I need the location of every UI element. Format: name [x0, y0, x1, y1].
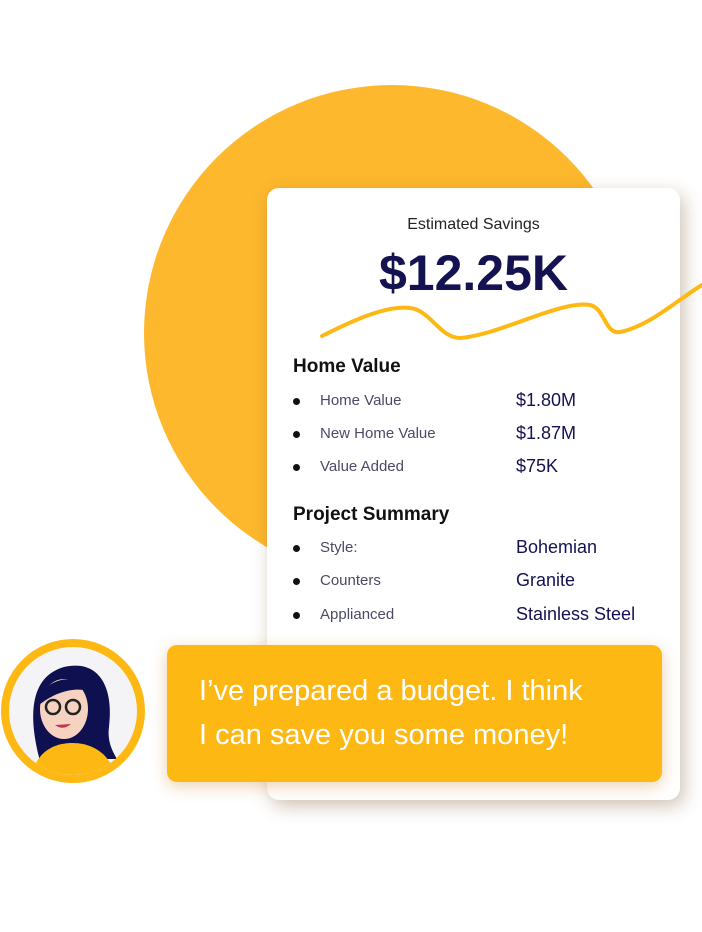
row-label: Counters [320, 572, 381, 589]
row-label: Applianced [320, 606, 395, 623]
list-item: Home Value $1.80M [293, 390, 663, 414]
list-item: Counters Granite [293, 570, 663, 594]
woman-avatar-icon [31, 665, 117, 775]
chat-message: I’ve prepared a budget. I think I can sa… [199, 669, 583, 757]
row-label: Style: [320, 539, 358, 556]
row-value: $75K [516, 456, 559, 476]
estimated-savings-label: Estimated Savings [407, 216, 540, 233]
row-label: Home Value [320, 392, 402, 409]
chat-bubble: I’ve prepared a budget. I think I can sa… [167, 645, 662, 782]
row-value: Stainless Steel [516, 604, 636, 624]
row-label: Value Added [320, 458, 404, 475]
list-item: New Home Value $1.87M [293, 423, 663, 447]
bullet-icon [293, 464, 300, 471]
row-value: $1.87M [516, 423, 577, 443]
row-value: $1.80M [516, 390, 577, 410]
row-value: Granite [516, 570, 576, 590]
project-summary-title: Project Summary [293, 504, 450, 525]
chat-line-1: I’ve prepared a budget. I think [199, 675, 583, 707]
bullet-icon [293, 431, 300, 438]
estimated-savings-value: $12.25K [378, 245, 569, 301]
bullet-icon [293, 612, 300, 619]
list-item: Style: Bohemian [293, 537, 663, 561]
bullet-icon [293, 545, 300, 552]
list-item: Value Added $75K [293, 456, 663, 480]
bullet-icon [293, 398, 300, 405]
avatar [1, 639, 145, 783]
row-label: New Home Value [320, 425, 436, 442]
home-value-title: Home Value [293, 356, 401, 377]
row-value: Bohemian [516, 537, 598, 557]
list-item: Applianced Stainless Steel [293, 604, 663, 628]
bullet-icon [293, 578, 300, 585]
chat-line-2: I can save you some money! [199, 719, 569, 751]
